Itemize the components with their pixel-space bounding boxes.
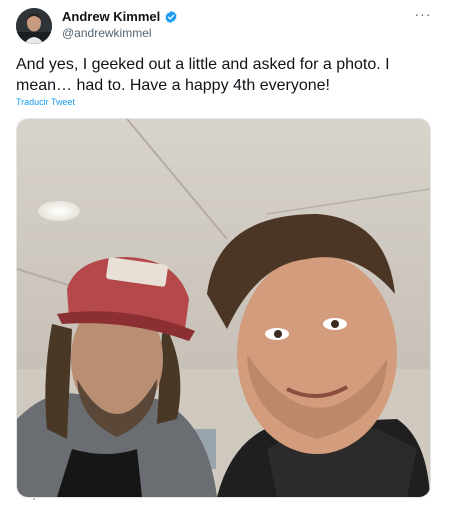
selfie-photo xyxy=(17,119,430,497)
more-horizontal-icon[interactable]: ··· xyxy=(412,6,434,22)
author-handle[interactable]: @andrewkimmel xyxy=(62,26,152,40)
tweet-photo[interactable] xyxy=(16,118,431,498)
tweet-text: And yes, I geeked out a little and asked… xyxy=(16,56,390,94)
verified-badge-icon xyxy=(164,10,178,24)
author-display-name[interactable]: Andrew Kimmel xyxy=(62,9,160,24)
translate-tweet-link[interactable]: Traducir Tweet xyxy=(16,97,75,107)
author-name-row: Andrew Kimmel xyxy=(62,9,178,24)
author-avatar[interactable] xyxy=(16,8,52,44)
divider-dot xyxy=(33,498,35,500)
tweet-card: Andrew Kimmel @andrewkimmel ··· And yes,… xyxy=(0,0,455,505)
avatar-image xyxy=(16,8,52,44)
